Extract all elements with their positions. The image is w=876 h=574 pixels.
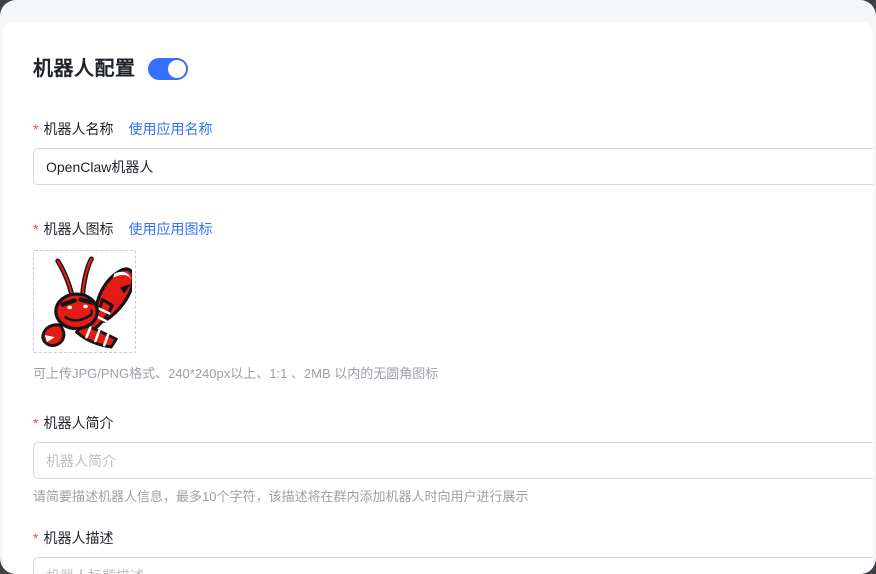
bot-icon-image — [37, 254, 132, 349]
bot-enable-toggle[interactable] — [147, 58, 188, 80]
intro-hint: 请简要描述机器人信息，最多10个字符，该描述将在群内添加机器人时向用户进行展示 — [33, 489, 529, 504]
toggle-knob — [167, 60, 186, 78]
bot-icon-label-row: * 机器人图标 使用应用图标 — [33, 219, 873, 239]
bot-name-input[interactable] — [33, 148, 873, 185]
required-marker: * — [33, 530, 39, 546]
bot-desc-input[interactable] — [33, 557, 873, 574]
icon-upload-hint: 可上传JPG/PNG格式、240*240px以上、1:1 、2MB 以内的无圆角… — [33, 366, 439, 381]
bot-icon-label: 机器人图标 — [43, 221, 114, 237]
bot-name-label-row: * 机器人名称 使用应用名称 — [33, 119, 873, 139]
bot-desc-label-row: * 机器人描述 — [33, 528, 873, 548]
required-marker: * — [33, 221, 39, 237]
required-marker: * — [33, 121, 39, 137]
bot-intro-input[interactable] — [33, 442, 873, 479]
bot-name-label: 机器人名称 — [43, 121, 114, 137]
use-app-name-link[interactable]: 使用应用名称 — [128, 119, 212, 139]
use-app-icon-link[interactable]: 使用应用图标 — [128, 219, 212, 239]
page-title: 机器人配置 — [33, 58, 136, 80]
bot-icon-upload[interactable] — [33, 250, 136, 353]
bot-intro-label-row: * 机器人简介 — [33, 413, 873, 433]
required-marker: * — [33, 415, 39, 431]
bot-config-panel: 机器人配置 * 机器人名称 使用应用名称 * 机器人图标 使用应用图标 — [3, 22, 873, 574]
bot-desc-label: 机器人描述 — [43, 530, 114, 546]
app-window: 机器人配置 * 机器人名称 使用应用名称 * 机器人图标 使用应用图标 — [0, 0, 876, 574]
bot-intro-label: 机器人简介 — [43, 415, 114, 431]
page-header: 机器人配置 — [33, 55, 873, 83]
lobster-icon — [37, 254, 132, 349]
